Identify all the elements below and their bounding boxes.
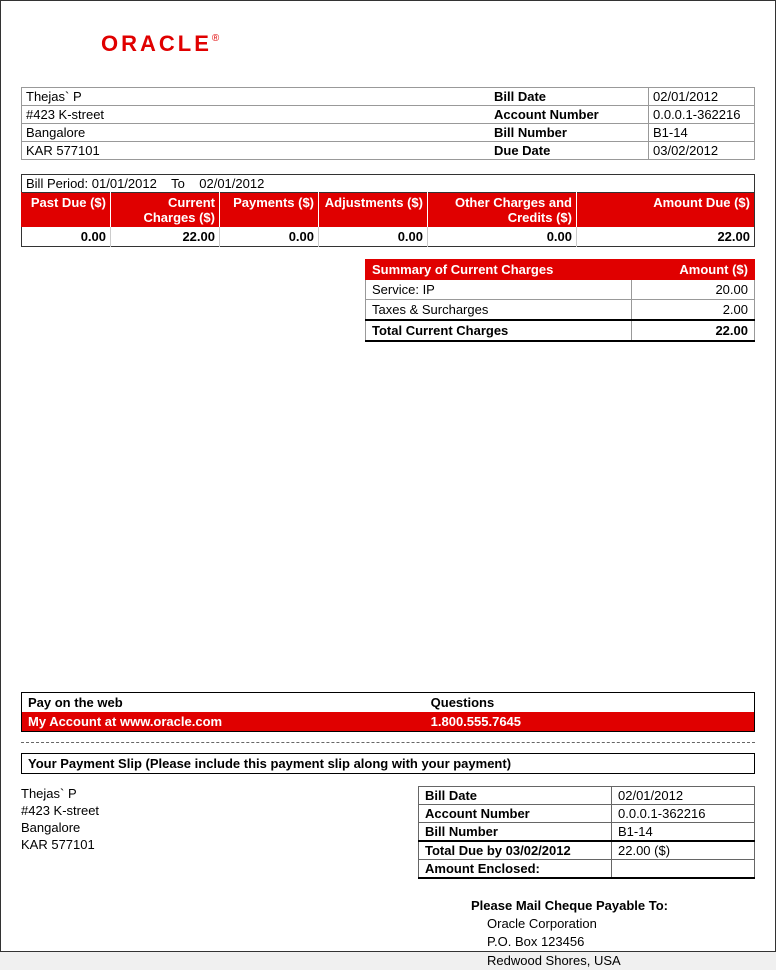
col-payments: Payments ($) [220,193,319,228]
brand-logo: ORACLE® [101,31,755,57]
tear-line [21,742,755,743]
pay-on-web-value: My Account at www.oracle.com [22,712,425,732]
col-amount-due: Amount Due ($) [577,193,755,228]
customer-city: Bangalore [22,124,491,142]
adjustments-value: 0.00 [319,227,428,247]
slip-info-table: Bill Date 02/01/2012 Account Number 0.0.… [418,786,755,879]
account-number-value: 0.0.0.1-362216 [649,106,755,124]
bill-period-to: 02/01/2012 [199,176,264,191]
payment-slip-header: Your Payment Slip (Please include this p… [21,753,755,774]
slip-bill-number-label: Bill Number [419,823,612,842]
account-number-label: Account Number [490,106,649,124]
customer-bill-info-table: Thejas` P Bill Date 02/01/2012 #423 K-st… [21,87,755,160]
customer-street: #423 K-street [22,106,491,124]
current-charges-value: 22.00 [111,227,220,247]
registered-icon: ® [212,33,219,44]
brand-text: ORACLE [101,31,212,57]
invoice-page: ORACLE® Thejas` P Bill Date 02/01/2012 #… [0,0,776,952]
slip-total-due-label: Total Due by 03/02/2012 [419,841,612,860]
slip-bill-date: 02/01/2012 [612,787,755,805]
slip-address: Thejas` P #423 K-street Bangalore KAR 57… [21,786,99,879]
col-other: Other Charges and Credits ($) [428,193,577,228]
summary-title: Summary of Current Charges [366,260,632,280]
bill-number-label: Bill Number [490,124,649,142]
customer-name: Thejas` P [22,88,491,106]
col-past-due: Past Due ($) [22,193,111,228]
mail-to-line1: Oracle Corporation [471,915,755,933]
slip-amount-enclosed-label: Amount Enclosed: [419,860,612,879]
slip-customer-region: KAR 577101 [21,837,99,854]
summary-row-label-0: Service: IP [366,280,632,300]
bill-period-row: Bill Period: 01/01/2012 To 02/01/2012 [21,174,755,192]
customer-region: KAR 577101 [22,142,491,160]
slip-customer-street: #423 K-street [21,803,99,820]
slip-customer-city: Bangalore [21,820,99,837]
summary-amount-header: Amount ($) [632,260,755,280]
slip-total-due: 22.00 ($) [612,841,755,860]
questions-label: Questions [425,693,755,713]
summary-table: Summary of Current Charges Amount ($) Se… [365,259,755,342]
amount-due-value: 22.00 [577,227,755,247]
past-due-value: 0.00 [22,227,111,247]
bill-period-from: 01/01/2012 [92,176,157,191]
payment-slip-body: Thejas` P #423 K-street Bangalore KAR 57… [21,786,755,879]
mail-to-line3: Redwood Shores, USA [471,952,755,970]
slip-amount-enclosed [612,860,755,879]
bill-period-label: Bill Period: [26,176,88,191]
bill-date-value: 02/01/2012 [649,88,755,106]
due-date-label: Due Date [490,142,649,160]
bill-number-value: B1-14 [649,124,755,142]
summary-row-label-1: Taxes & Surcharges [366,300,632,321]
slip-account-number: 0.0.0.1-362216 [612,805,755,823]
col-adjustments: Adjustments ($) [319,193,428,228]
summary-total-amount: 22.00 [632,320,755,341]
slip-bill-date-label: Bill Date [419,787,612,805]
mail-to-header: Please Mail Cheque Payable To: [471,897,755,915]
questions-phone: 1.800.555.7645 [425,712,755,732]
due-date-value: 03/02/2012 [649,142,755,160]
slip-customer-name: Thejas` P [21,786,99,803]
contact-table: Pay on the web Questions My Account at w… [21,692,755,732]
charges-table: Past Due ($) Current Charges ($) Payment… [21,192,755,247]
slip-account-number-label: Account Number [419,805,612,823]
pay-on-web-label: Pay on the web [22,693,425,713]
bill-date-label: Bill Date [490,88,649,106]
summary-total-label: Total Current Charges [366,320,632,341]
mail-to-block: Please Mail Cheque Payable To: Oracle Co… [471,897,755,970]
summary-row-amount-0: 20.00 [632,280,755,300]
mail-to-line2: P.O. Box 123456 [471,933,755,951]
other-charges-value: 0.00 [428,227,577,247]
summary-wrapper: Summary of Current Charges Amount ($) Se… [21,259,755,342]
col-current: Current Charges ($) [111,193,220,228]
slip-bill-number: B1-14 [612,823,755,842]
payments-value: 0.00 [220,227,319,247]
summary-row-amount-1: 2.00 [632,300,755,321]
bill-period-to-label: To [171,176,185,191]
